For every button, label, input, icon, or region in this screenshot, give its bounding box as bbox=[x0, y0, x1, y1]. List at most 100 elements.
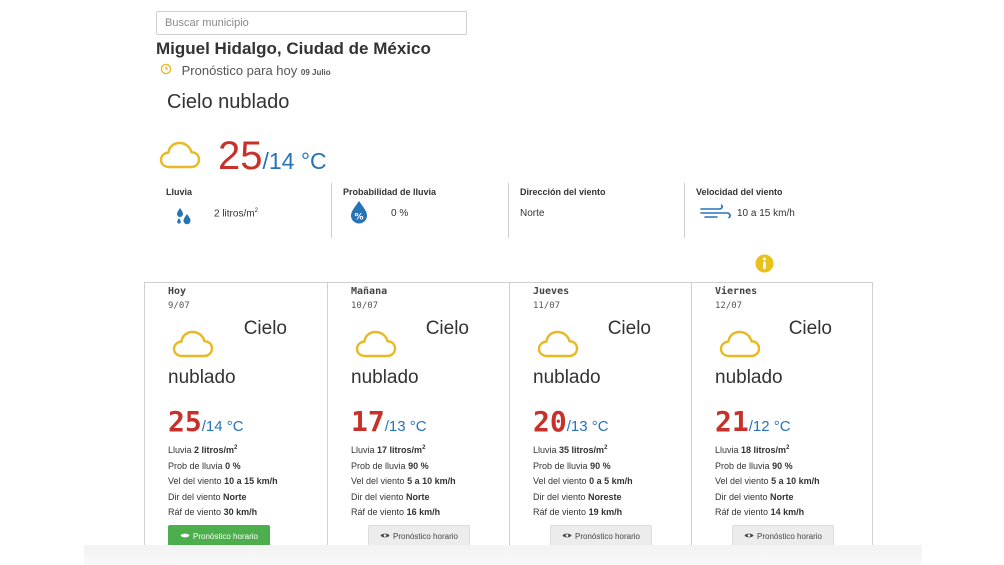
forecast-label: Pronóstico para hoy bbox=[181, 63, 298, 78]
stat-wind-speed-value: 10 a 15 km/h bbox=[737, 208, 795, 219]
stat-wind-direction: Dirección del viento Norte bbox=[520, 187, 606, 242]
day-details: Lluvia 35 litros/m2 Prob de lluvia 90 % … bbox=[533, 445, 633, 523]
hourly-forecast-label: Pronóstico horario bbox=[193, 531, 258, 541]
hourly-forecast-label: Pronóstico horario bbox=[757, 531, 822, 541]
hourly-forecast-button[interactable]: Pronóstico horario bbox=[732, 525, 834, 547]
day-condition-line1: Cielo bbox=[425, 318, 469, 339]
forecast-today-line: Pronóstico para hoy 09 Julio bbox=[160, 63, 331, 78]
today-temp-min: /14 °C bbox=[262, 148, 327, 174]
hourly-forecast-label: Pronóstico horario bbox=[393, 531, 458, 541]
eye-icon bbox=[180, 532, 190, 541]
day-condition-line1: Cielo bbox=[607, 318, 651, 339]
today-temperature: 25/14 °C bbox=[218, 134, 327, 179]
day-temp-min: /13 °C bbox=[566, 418, 609, 435]
stat-rain-prob: Probabilidad de lluvia % 0 % bbox=[343, 187, 436, 242]
day-temp-max: 21 bbox=[715, 405, 749, 438]
day-wind-gust: Ráf de viento 16 km/h bbox=[351, 507, 441, 517]
day-temp-min: /13 °C bbox=[384, 418, 427, 435]
location-title: Miguel Hidalgo, Ciudad de México bbox=[156, 39, 431, 58]
forecast-day-card-1: Hoy 9/07 Cielo nublado 25/14 °C Lluvia 2… bbox=[145, 283, 327, 550]
day-wind-speed: Vel del viento 5 a 10 km/h bbox=[351, 476, 456, 486]
clock-icon bbox=[160, 63, 178, 78]
day-wind-gust: Ráf de viento 19 km/h bbox=[533, 507, 623, 517]
day-temperature: 21/12 °C bbox=[715, 405, 791, 438]
stat-rain-value: 2 litros/m2 bbox=[214, 208, 258, 220]
day-date: 10/07 bbox=[351, 301, 379, 311]
cloud-icon bbox=[159, 140, 201, 175]
day-wind-direction: Dir del viento Norte bbox=[715, 491, 794, 502]
stat-rain-prob-label: Probabilidad de lluvia bbox=[343, 187, 437, 197]
day-temp-min: /14 °C bbox=[201, 418, 244, 435]
day-rain-prob: Prob de lluvia 0 % bbox=[168, 460, 241, 471]
stat-rain-label: Lluvia bbox=[166, 187, 193, 197]
day-wind-speed: Vel del viento 5 a 10 km/h bbox=[715, 476, 820, 486]
day-wind-speed: Vel del viento 10 a 15 km/h bbox=[168, 476, 278, 486]
day-wind-gust: Ráf de viento 14 km/h bbox=[715, 507, 805, 517]
eye-icon bbox=[744, 532, 754, 541]
day-condition-line2: nublado bbox=[533, 367, 601, 388]
svg-text:%: % bbox=[354, 213, 363, 223]
day-rain: Lluvia 18 litros/m2 bbox=[715, 445, 790, 455]
forecast-date: 09 Julio bbox=[300, 68, 331, 77]
day-wind-direction: Dir del viento Norte bbox=[351, 491, 430, 502]
hourly-forecast-button[interactable]: Pronóstico horario bbox=[168, 525, 270, 547]
stat-rain: Lluvia 2 litros/m2 bbox=[166, 187, 258, 242]
forecast-grid: Hoy 9/07 Cielo nublado 25/14 °C Lluvia 2… bbox=[144, 282, 873, 551]
stat-wind-direction-value: Norte bbox=[520, 208, 545, 219]
day-rain-prob: Prob de lluvia 90 % bbox=[351, 460, 429, 471]
stat-wind-direction-label: Dirección del viento bbox=[520, 187, 606, 197]
day-date: 11/07 bbox=[533, 301, 561, 311]
day-temp-max: 17 bbox=[351, 405, 385, 438]
divider bbox=[508, 183, 509, 238]
stat-wind-speed: Velocidad del viento 10 a 15 km/h bbox=[696, 187, 795, 242]
cloud-icon bbox=[537, 329, 579, 364]
day-temperature: 20/13 °C bbox=[533, 405, 609, 438]
day-rain: Lluvia 35 litros/m2 bbox=[533, 445, 608, 455]
day-wind-gust: Ráf de viento 30 km/h bbox=[168, 507, 258, 517]
cloud-icon bbox=[355, 329, 397, 364]
day-temperature: 17/13 °C bbox=[351, 405, 427, 438]
eye-icon bbox=[562, 532, 572, 541]
percent-drop-icon: % bbox=[349, 200, 369, 229]
day-condition-line2: nublado bbox=[168, 367, 236, 388]
forecast-day-card-4: Viernes 12/07 Cielo nublado 21/12 °C Llu… bbox=[691, 283, 872, 550]
day-name: Hoy bbox=[168, 286, 187, 297]
day-rain-prob: Prob de lluvia 90 % bbox=[715, 460, 793, 471]
day-temp-max: 20 bbox=[533, 405, 567, 438]
day-wind-direction: Dir del viento Noreste bbox=[533, 491, 622, 502]
day-rain: Lluvia 17 litros/m2 bbox=[351, 445, 426, 455]
day-rain: Lluvia 2 litros/m2 bbox=[168, 445, 238, 455]
day-temp-max: 25 bbox=[168, 405, 202, 438]
day-condition-line1: Cielo bbox=[788, 318, 832, 339]
cloud-icon bbox=[172, 329, 214, 364]
bottom-shade bbox=[84, 545, 922, 565]
day-condition-line2: nublado bbox=[351, 367, 419, 388]
day-condition-line1: Cielo bbox=[243, 318, 287, 339]
day-name: Viernes bbox=[715, 286, 758, 297]
raindrops-icon bbox=[175, 205, 193, 232]
forecast-day-card-3: Jueves 11/07 Cielo nublado 20/13 °C Lluv… bbox=[509, 283, 691, 550]
day-name: Mañana bbox=[351, 286, 388, 297]
day-details: Lluvia 17 litros/m2 Prob de lluvia 90 % … bbox=[351, 445, 456, 523]
today-temp-max: 25 bbox=[218, 134, 263, 178]
day-details: Lluvia 2 litros/m2 Prob de lluvia 0 % Ve… bbox=[168, 445, 278, 523]
day-rain-prob: Prob de lluvia 90 % bbox=[533, 460, 611, 471]
day-name: Jueves bbox=[533, 286, 570, 297]
day-date: 9/07 bbox=[168, 301, 190, 311]
wind-icon bbox=[699, 204, 733, 225]
day-temp-min: /12 °C bbox=[748, 418, 791, 435]
day-wind-speed: Vel del viento 0 a 5 km/h bbox=[533, 476, 633, 486]
day-details: Lluvia 18 litros/m2 Prob de lluvia 90 % … bbox=[715, 445, 820, 523]
stat-rain-prob-value: 0 % bbox=[391, 208, 409, 219]
info-icon[interactable] bbox=[755, 254, 774, 278]
search-input[interactable] bbox=[156, 11, 467, 35]
cloud-icon bbox=[719, 329, 761, 364]
hourly-forecast-button[interactable]: Pronóstico horario bbox=[368, 525, 470, 547]
hourly-forecast-button[interactable]: Pronóstico horario bbox=[550, 525, 652, 547]
eye-icon bbox=[380, 532, 390, 541]
forecast-day-card-2: Mañana 10/07 Cielo nublado 17/13 °C Lluv… bbox=[327, 283, 509, 550]
divider bbox=[331, 183, 332, 238]
day-condition-line2: nublado bbox=[715, 367, 783, 388]
today-condition: Cielo nublado bbox=[167, 91, 290, 113]
hourly-forecast-label: Pronóstico horario bbox=[575, 531, 640, 541]
